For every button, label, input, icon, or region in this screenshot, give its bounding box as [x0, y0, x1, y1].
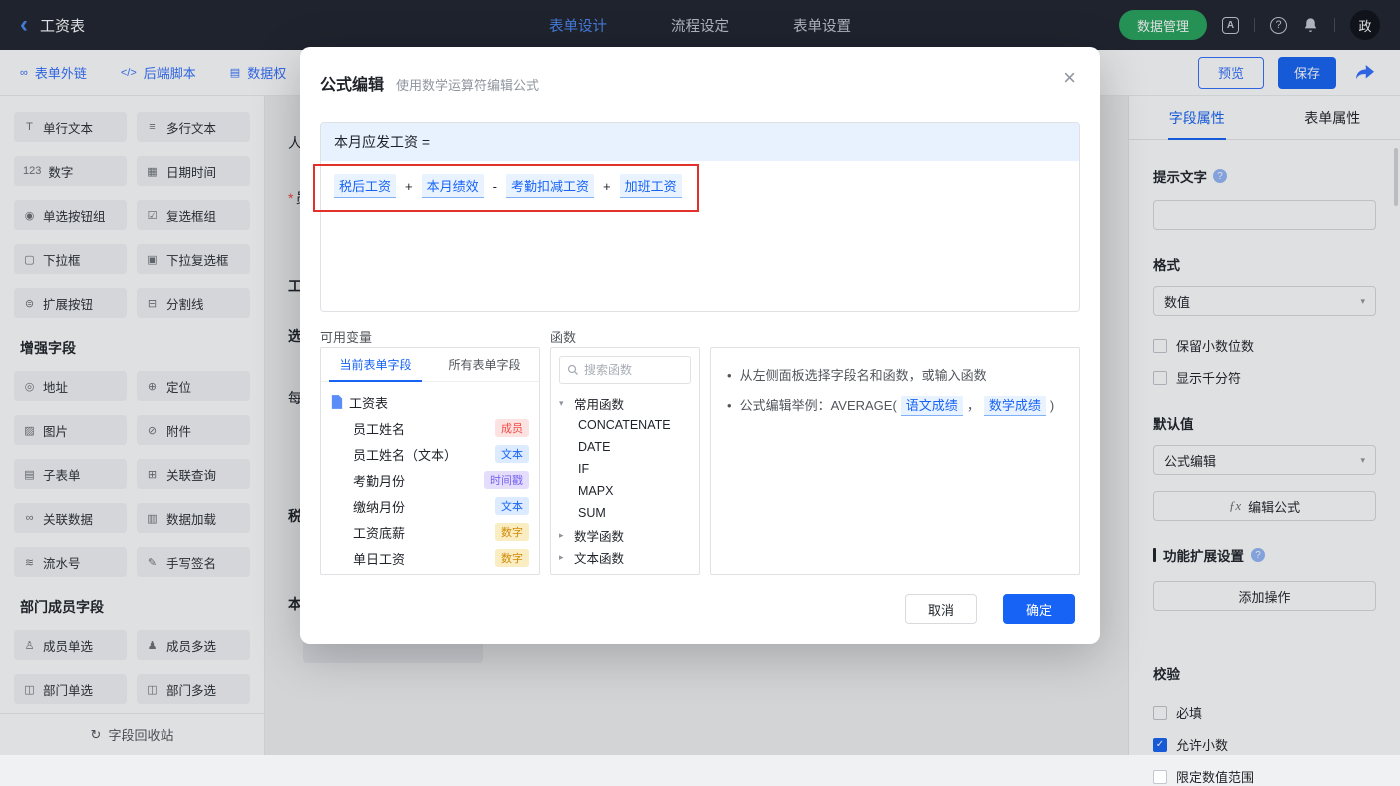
field-type-badge: 文本 — [495, 497, 529, 515]
formula-field-token[interactable]: 本月绩效 — [422, 174, 484, 198]
tip-line: • 从左侧面板选择字段名和函数，或输入函数 — [727, 365, 1063, 387]
tip-text-part: ， — [967, 398, 980, 413]
cancel-button[interactable]: 取消 — [905, 594, 977, 624]
document-icon — [331, 395, 343, 409]
checkbox[interactable] — [1153, 770, 1167, 784]
field-type-badge: 时间戳 — [484, 471, 529, 489]
variable-tabs: 当前表单字段所有表单字段 — [321, 348, 539, 382]
variable-field-row[interactable]: 员工姓名（文本） 文本 — [331, 441, 529, 467]
variable-tab[interactable]: 当前表单字段 — [321, 348, 430, 381]
variable-field-name: 员工姓名（文本） — [353, 445, 457, 464]
tip-text: 公式编辑举例：AVERAGE( 语文成绩 ， 数学成绩) — [740, 395, 1055, 417]
checkbox-option[interactable]: 限定数值范围 — [1153, 767, 1376, 786]
formula-editor: 本月应发工资 = 税后工资 + 本月绩效-考勤扣减工资 + 加班工资 — [320, 122, 1080, 312]
functions-panel-label: 函数 — [550, 327, 576, 346]
function-group-label: 文本函数 — [574, 548, 624, 567]
variable-field-row[interactable]: 工资底薪 数字 — [331, 519, 529, 545]
field-type-badge: 数字 — [495, 523, 529, 541]
dialog-header: 公式编辑 使用数学运算符编辑公式 — [300, 47, 1100, 95]
function-search-input[interactable] — [584, 363, 683, 377]
example-field-token: 语文成绩 — [901, 396, 963, 416]
chevron-right-icon: ▸ — [559, 552, 569, 563]
dialog-subtitle: 使用数学运算符编辑公式 — [396, 75, 539, 94]
form-tree-root-label: 工资表 — [349, 393, 388, 412]
tip-text-part: 公式编辑举例：AVERAGE( — [740, 398, 897, 413]
variable-field-name: 单日工资 — [353, 549, 405, 568]
field-type-badge: 文本 — [495, 445, 529, 463]
variables-panel: 当前表单字段所有表单字段 工资表 员工姓名成员员工姓名（文本）文本考勤月份时间戳… — [320, 347, 540, 575]
variable-field-row[interactable]: 单日工资 数字 — [331, 545, 529, 571]
function-item[interactable]: SUM — [555, 502, 695, 524]
field-type-badge: 数字 — [495, 549, 529, 567]
function-item[interactable]: DATE — [555, 436, 695, 458]
formula-target-row: 本月应发工资 = — [321, 123, 1079, 161]
tip-line: • 公式编辑举例：AVERAGE( 语文成绩 ， 数学成绩) — [727, 395, 1063, 417]
function-group-label: 数学函数 — [574, 526, 624, 545]
variable-field-name: 工资底薪 — [353, 523, 405, 542]
variable-field-row[interactable]: 员工姓名 成员 — [331, 415, 529, 441]
example-field-token: 数学成绩 — [984, 396, 1046, 416]
variable-field-list: 工资表 员工姓名成员员工姓名（文本）文本考勤月份时间戳缴纳月份文本工资底薪数字单… — [321, 382, 539, 575]
variable-field-row[interactable]: 考勤月份 时间戳 — [331, 467, 529, 493]
functions-panel: ▾ 常用函数CONCATENATEDATEIFMAPXSUM ▸ 数学函数 ▸ 文本函数 — [550, 347, 700, 575]
formula-field-token[interactable]: 加班工资 — [620, 174, 682, 198]
function-group-label: 常用函数 — [574, 394, 624, 413]
field-type-badge: 成员 — [495, 419, 529, 437]
function-list: ▾ 常用函数CONCATENATEDATEIFMAPXSUM ▸ 数学函数 ▸ 文本函数 — [551, 392, 699, 568]
formula-target-label: 本月应发工资 = — [334, 132, 430, 152]
variable-field-name: 员工姓名 — [353, 419, 405, 438]
function-group[interactable]: ▾ 常用函数 — [555, 392, 695, 414]
variable-field-name: 缴纳月份 — [353, 497, 405, 516]
formula-field-token[interactable]: 考勤扣减工资 — [506, 174, 594, 198]
variable-field-row[interactable]: 缴纳月份 文本 — [331, 493, 529, 519]
form-tree-root[interactable]: 工资表 — [331, 389, 529, 415]
formula-operator: - — [493, 179, 497, 194]
checkbox-label: 限定数值范围 — [1176, 767, 1254, 786]
bullet-icon: • — [727, 365, 732, 387]
formula-help-panel: • 从左侧面板选择字段名和函数，或输入函数 • 公式编辑举例：AVERAGE( 语… — [710, 347, 1080, 575]
search-icon — [567, 364, 579, 376]
function-group[interactable]: ▸ 文本函数 — [555, 546, 695, 568]
function-search-box — [559, 356, 691, 384]
formula-input-area[interactable]: 税后工资 + 本月绩效-考勤扣减工资 + 加班工资 — [321, 161, 1079, 211]
function-item[interactable]: IF — [555, 458, 695, 480]
variables-panel-label: 可用变量 — [320, 327, 372, 346]
chevron-down-icon: ▾ — [559, 398, 569, 409]
variable-field-name: 考勤月份 — [353, 471, 405, 490]
tip-text: 从左侧面板选择字段名和函数，或输入函数 — [740, 365, 987, 387]
formula-edit-dialog: 公式编辑 使用数学运算符编辑公式 × 本月应发工资 = 税后工资+本月绩效-考勤… — [300, 47, 1100, 644]
function-item[interactable]: CONCATENATE — [555, 414, 695, 436]
confirm-button[interactable]: 确定 — [1003, 594, 1075, 624]
dialog-title: 公式编辑 — [320, 71, 384, 95]
function-group[interactable]: ▸ 数学函数 — [555, 524, 695, 546]
bullet-icon: • — [727, 395, 732, 417]
close-icon[interactable]: × — [1063, 67, 1076, 89]
formula-field-token[interactable]: 税后工资 — [334, 174, 396, 198]
function-item[interactable]: MAPX — [555, 480, 695, 502]
formula-operator: + — [405, 179, 413, 194]
formula-operator: + — [603, 179, 611, 194]
variable-tab[interactable]: 所有表单字段 — [430, 348, 539, 381]
chevron-right-icon: ▸ — [559, 530, 569, 541]
tip-text-part: ) — [1050, 398, 1054, 413]
